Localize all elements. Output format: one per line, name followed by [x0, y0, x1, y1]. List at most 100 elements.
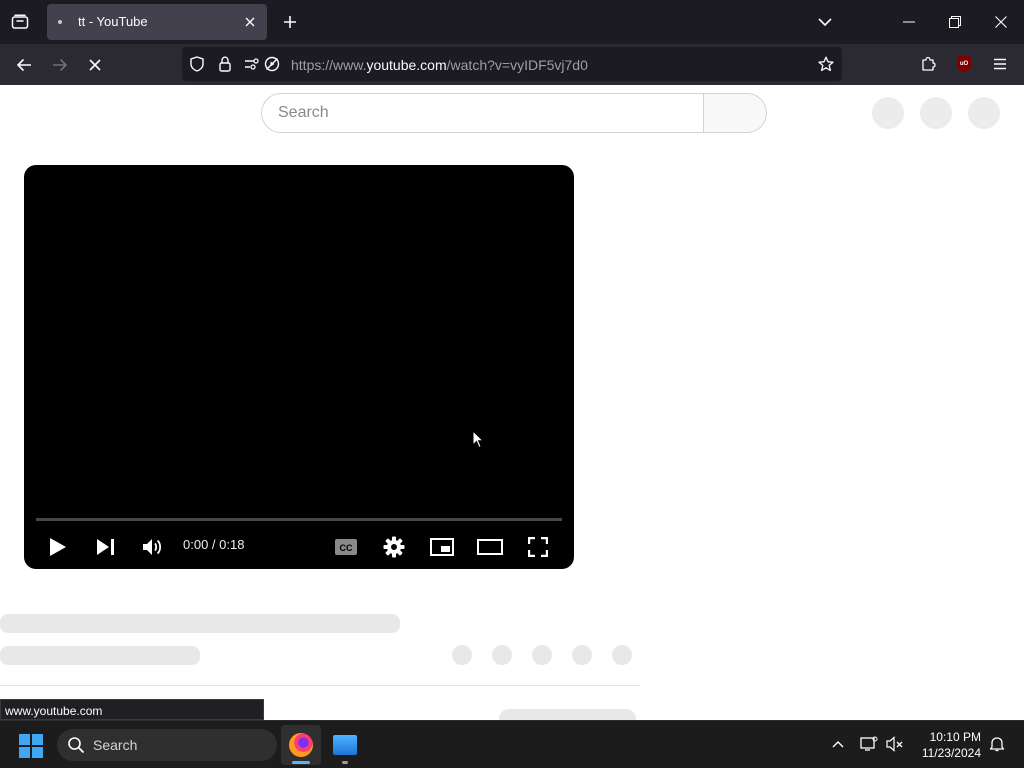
miniplayer-icon [430, 538, 454, 556]
action-skeleton-dot [612, 645, 632, 665]
autoplay-blocked-icon [264, 56, 280, 72]
autoplay-blocked-button[interactable] [263, 55, 281, 73]
video-player[interactable]: 0:00 / 0:18 CC [24, 165, 574, 569]
forward-button[interactable] [45, 50, 75, 80]
bookmark-button[interactable] [816, 54, 836, 74]
plus-icon [284, 16, 296, 28]
url-prefix: https://www. [291, 57, 367, 73]
bell-icon [989, 737, 1005, 752]
clock-time: 10:10 PM [929, 730, 981, 744]
show-hidden-icons-button[interactable] [827, 733, 849, 755]
firefox-icon [289, 733, 313, 757]
taskbar-firefox[interactable] [281, 725, 321, 765]
video-time: 0:00 / 0:18 [183, 537, 245, 552]
mute-button[interactable] [138, 532, 168, 562]
start-button[interactable] [17, 732, 45, 760]
theater-mode-button[interactable] [475, 532, 505, 562]
tracking-protection-button[interactable] [188, 55, 206, 73]
clock-date: 11/23/2024 [921, 746, 981, 760]
new-tab-button[interactable] [278, 9, 302, 35]
tab-youtube[interactable]: tt - YouTube [47, 4, 267, 40]
list-all-tabs-button[interactable] [812, 9, 838, 35]
tab-close-button[interactable] [241, 13, 259, 31]
back-button[interactable] [9, 50, 39, 80]
restore-button[interactable] [940, 7, 970, 37]
ublock-origin-icon: uO [957, 56, 971, 72]
action-skeleton-dot [492, 645, 512, 665]
header-placeholder-circle [920, 97, 952, 129]
play-icon [50, 538, 66, 556]
network-button[interactable] [858, 733, 880, 755]
close-window-button[interactable] [986, 7, 1016, 37]
shield-icon [190, 56, 204, 72]
next-button[interactable] [91, 532, 121, 562]
header-placeholder-circle [968, 97, 1000, 129]
extensions-button[interactable] [914, 50, 942, 78]
gear-icon [383, 536, 405, 558]
header-placeholder-circle [872, 97, 904, 129]
notifications-button[interactable] [986, 733, 1008, 755]
mouse-cursor-icon [472, 430, 484, 449]
tab-title: tt - YouTube [78, 14, 148, 29]
close-icon [995, 16, 1007, 28]
search-input[interactable]: Search [261, 93, 704, 133]
action-skeleton-dot [532, 645, 552, 665]
action-skeleton-dot [452, 645, 472, 665]
chevron-up-icon [832, 741, 844, 748]
lock-icon [219, 56, 231, 72]
progress-bar[interactable] [36, 518, 562, 521]
url-host: youtube.com [366, 57, 447, 73]
settings-button[interactable] [379, 532, 409, 562]
fullscreen-icon [528, 537, 548, 557]
hamburger-menu-icon [994, 58, 1006, 70]
url-path: /watch?v=vyIDF5vj7d0 [446, 57, 588, 73]
active-indicator [292, 761, 310, 764]
arrow-right-icon [53, 58, 68, 72]
link-status-tooltip: www.youtube.com [0, 699, 264, 720]
status-link-text: www.youtube.com [5, 704, 103, 718]
address-bar[interactable]: https://www.youtube.com/watch?v=vyIDF5vj… [182, 47, 842, 81]
skip-next-icon [97, 539, 114, 555]
svg-text:CC: CC [340, 543, 353, 553]
taskbar-clock[interactable]: 10:10 PM 11/23/2024 [915, 729, 981, 761]
fullscreen-button[interactable] [523, 532, 553, 562]
network-icon [860, 736, 878, 751]
volume-button[interactable] [884, 733, 906, 755]
channel-skeleton [0, 646, 200, 665]
site-info-button[interactable] [216, 55, 234, 73]
permissions-button[interactable] [243, 55, 261, 73]
speaker-muted-icon [886, 736, 903, 752]
closed-captions-icon: CC [335, 539, 357, 555]
taskbar-app[interactable] [325, 725, 365, 765]
play-button[interactable] [43, 532, 73, 562]
search-button[interactable] [703, 93, 767, 133]
ublock-origin-button[interactable]: uO [950, 50, 978, 78]
browser-tabstrip: tt - YouTube [0, 0, 1024, 44]
subtitles-button[interactable]: CC [331, 532, 361, 562]
app-menu-button[interactable] [986, 50, 1014, 78]
page-content: Search 0:00 / 0:18 CC [0, 85, 1024, 720]
content-divider [0, 685, 640, 686]
minimize-icon [903, 21, 915, 23]
star-icon [818, 56, 834, 72]
windows-taskbar: Search 10:10 PM 11/23/2024 [0, 720, 1024, 768]
chevron-down-icon [818, 18, 832, 26]
navigation-toolbar: https://www.youtube.com/watch?v=vyIDF5vj… [0, 44, 1024, 85]
app-icon [333, 735, 357, 755]
minimize-button[interactable] [894, 7, 924, 37]
taskbar-search[interactable]: Search [57, 729, 277, 761]
miniplayer-button[interactable] [427, 532, 457, 562]
firefox-view-button[interactable] [6, 8, 34, 36]
button-skeleton [499, 709, 636, 720]
stop-icon [89, 59, 101, 71]
search-placeholder: Search [278, 104, 329, 121]
firefox-view-icon [11, 14, 29, 29]
search-icon [68, 737, 85, 754]
taskbar-search-label: Search [93, 737, 138, 753]
windows-logo-icon [19, 734, 43, 758]
stop-loading-button[interactable] [80, 50, 110, 80]
theater-mode-icon [477, 539, 503, 555]
running-indicator [342, 761, 348, 764]
action-skeleton-dot [572, 645, 592, 665]
title-skeleton [0, 614, 400, 633]
